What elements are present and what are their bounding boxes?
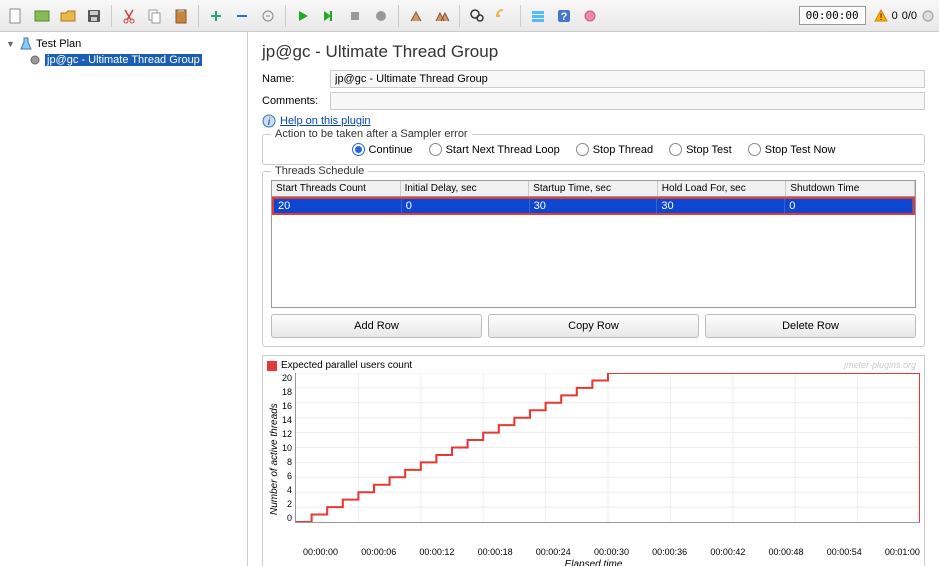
- radio-start-next-thread-loop[interactable]: Start Next Thread Loop: [429, 143, 560, 156]
- separator: [198, 5, 199, 27]
- table-cell[interactable]: 30: [657, 199, 785, 213]
- column-header[interactable]: Start Threads Count: [272, 181, 401, 196]
- elapsed-time: 00:00:00: [799, 6, 866, 25]
- new-icon[interactable]: [4, 4, 28, 28]
- open-icon[interactable]: [56, 4, 80, 28]
- separator: [398, 5, 399, 27]
- tree-item-thread-group[interactable]: jp@gc - Ultimate Thread Group: [26, 52, 243, 68]
- y-ticks: 20181614121086420: [282, 373, 295, 523]
- thread-count: 0/0: [902, 10, 917, 22]
- info-icon: i: [262, 114, 276, 128]
- start-no-timers-icon[interactable]: [317, 4, 341, 28]
- shutdown-icon[interactable]: [369, 4, 393, 28]
- paste-icon[interactable]: [169, 4, 193, 28]
- x-ticks: 00:00:0000:00:0600:00:1200:00:1800:00:24…: [303, 547, 920, 557]
- y-axis-label: Number of active threads: [267, 373, 282, 545]
- legend-swatch: [267, 361, 277, 371]
- toggle-icon[interactable]: [256, 4, 280, 28]
- status-icon: [921, 9, 935, 23]
- svg-text:!: !: [879, 12, 882, 22]
- x-axis-label: Elapsed time: [267, 559, 920, 566]
- name-input[interactable]: [330, 70, 925, 88]
- chart-panel: Expected parallel users count jmeter-plu…: [262, 355, 925, 566]
- copy-icon[interactable]: [143, 4, 167, 28]
- stop-icon[interactable]: [343, 4, 367, 28]
- expand-icon[interactable]: [204, 4, 228, 28]
- chart-plot: [295, 373, 920, 523]
- clear-icon[interactable]: [404, 4, 428, 28]
- radio-continue[interactable]: Continue: [352, 143, 413, 156]
- table-cell[interactable]: 0: [785, 199, 913, 213]
- help-link[interactable]: Help on this plugin: [280, 115, 371, 127]
- column-header[interactable]: Startup Time, sec: [529, 181, 658, 196]
- watermark: jmeter-plugins.org: [844, 360, 916, 370]
- radio-stop-test-now[interactable]: Stop Test Now: [748, 143, 836, 156]
- tree-root-test-plan[interactable]: ▼ Test Plan: [4, 36, 243, 52]
- comments-label: Comments:: [262, 95, 330, 107]
- table-cell[interactable]: 30: [530, 199, 658, 213]
- separator: [285, 5, 286, 27]
- plugin-icon[interactable]: [578, 4, 602, 28]
- schedule-table[interactable]: Start Threads CountInitial Delay, secSta…: [271, 180, 916, 308]
- collapse-icon[interactable]: [230, 4, 254, 28]
- name-label: Name:: [262, 73, 330, 85]
- separator: [459, 5, 460, 27]
- table-cell[interactable]: 20: [274, 199, 402, 213]
- clear-all-icon[interactable]: [430, 4, 454, 28]
- comments-input[interactable]: [330, 92, 925, 110]
- editor-panel: jp@gc - Ultimate Thread Group Name: Comm…: [248, 32, 939, 566]
- column-header[interactable]: Shutdown Time: [786, 181, 915, 196]
- tree-toggle-icon[interactable]: ▼: [6, 39, 16, 49]
- save-icon[interactable]: [82, 4, 106, 28]
- start-icon[interactable]: [291, 4, 315, 28]
- table-cell[interactable]: 0: [402, 199, 530, 213]
- radio-stop-thread[interactable]: Stop Thread: [576, 143, 653, 156]
- column-header[interactable]: Hold Load For, sec: [658, 181, 787, 196]
- warning-count: 0: [892, 10, 898, 22]
- cut-icon[interactable]: [117, 4, 141, 28]
- search-icon[interactable]: [465, 4, 489, 28]
- separator: [111, 5, 112, 27]
- delete-row-button[interactable]: Delete Row: [705, 314, 916, 338]
- svg-text:i: i: [268, 117, 271, 128]
- legend-label: Expected parallel users count: [281, 360, 412, 371]
- test-plan-tree[interactable]: ▼ Test Plan jp@gc - Ultimate Thread Grou…: [0, 32, 248, 566]
- templates-icon[interactable]: [30, 4, 54, 28]
- column-header[interactable]: Initial Delay, sec: [401, 181, 530, 196]
- copy-row-button[interactable]: Copy Row: [488, 314, 699, 338]
- separator: [520, 5, 521, 27]
- page-title: jp@gc - Ultimate Thread Group: [262, 42, 925, 62]
- flask-icon: [19, 37, 33, 51]
- warning-icon: !: [874, 9, 888, 23]
- radio-stop-test[interactable]: Stop Test: [669, 143, 732, 156]
- function-icon[interactable]: [526, 4, 550, 28]
- main-toolbar: ? 00:00:00 ! 0 0/0: [0, 0, 939, 32]
- svg-text:?: ?: [561, 11, 568, 23]
- help-icon[interactable]: ?: [552, 4, 576, 28]
- gear-icon: [28, 53, 42, 67]
- table-row[interactable]: 20030300: [272, 197, 915, 215]
- reset-search-icon[interactable]: [491, 4, 515, 28]
- threads-schedule-fieldset: Threads Schedule Start Threads CountInit…: [262, 171, 925, 347]
- sampler-error-fieldset: Action to be taken after a Sampler error…: [262, 134, 925, 165]
- add-row-button[interactable]: Add Row: [271, 314, 482, 338]
